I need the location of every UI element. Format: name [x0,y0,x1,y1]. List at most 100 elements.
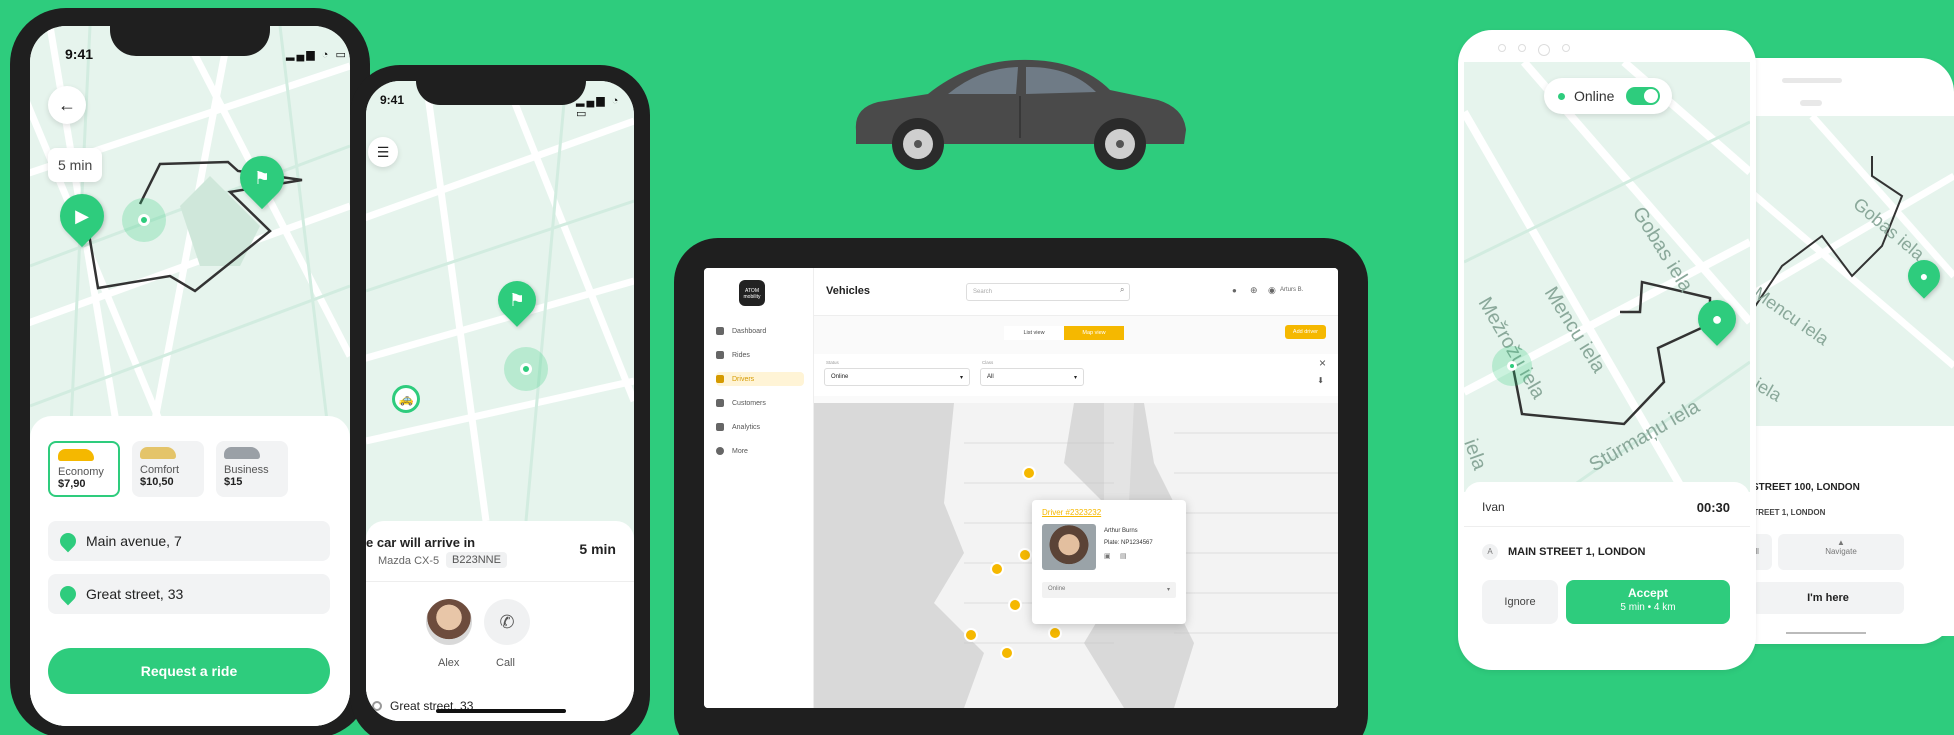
nav-analytics[interactable]: Analytics [716,420,804,434]
phone3-screen: Gobas iela Mencu iela Mežrožu iela Stūrm… [1464,62,1750,662]
driver-status-value: Online [1048,586,1066,592]
online-switch[interactable] [1626,87,1660,105]
phone3-map[interactable]: Gobas iela Mencu iela Mežrožu iela Stūrm… [1464,62,1750,492]
class-filter-label: Class [982,360,994,365]
search-input[interactable]: Search [966,283,1130,301]
phone1-notch [110,26,270,56]
back-button[interactable]: ← [48,86,86,124]
nav-customers[interactable]: Customers [716,396,804,410]
user-avatar-icon[interactable]: ◉ [1268,285,1276,296]
navigate-button[interactable]: ▲ Navigate [1778,534,1904,570]
taxi-marker-icon[interactable] [1008,598,1022,612]
finish-flag-pin-icon[interactable]: ⚑ [490,273,544,327]
taxi-marker-icon[interactable] [1022,466,1036,480]
tablet-screen: ATOM mobility Dashboard Rides Drivers Cu… [704,268,1338,708]
accept-label: Accept [1627,586,1668,600]
taxi-marker-icon[interactable] [1048,626,1062,640]
phone-rider-booking: 9:41 ▂▄▆ ◔ ▭ ← 5 min ▶ ⚑ Economy $7,90 C… [10,8,370,735]
phone2-notch [416,81,586,105]
map-view-tab[interactable]: Map view [1064,326,1124,340]
nav-label: Drivers [732,375,755,383]
taxi-marker-icon[interactable] [964,628,978,642]
accept-button[interactable]: Accept 5 min • 4 km [1566,580,1730,624]
taxi-marker-icon[interactable] [1018,548,1032,562]
nav-rides[interactable]: Rides [716,348,804,362]
class-select[interactable]: All ▾ [980,368,1084,386]
phone-icon: ✆ [499,611,515,632]
business-car-icon [224,447,260,459]
driver-pin-icon[interactable]: ● [1901,253,1947,299]
nav-label: Customers [732,399,766,407]
view-toggle: List view Map view [1004,326,1124,340]
online-toggle-card[interactable]: Online [1544,78,1672,114]
pickup-field[interactable]: Main avenue, 7 [48,521,330,561]
close-icon[interactable]: × [1319,356,1326,370]
nav-label: Dashboard [732,327,767,335]
sensor-dot [1498,44,1506,52]
request-ride-button[interactable]: Request a ride [48,648,330,694]
online-dot-icon [1558,93,1565,100]
front-sensor [1800,100,1822,106]
status-select[interactable]: Online ▾ [824,368,970,386]
taxi-marker-icon[interactable] [1000,646,1014,660]
more-icon [716,447,724,455]
driver-link[interactable]: Driver #2323232 [1042,508,1101,517]
top-sensors [1498,44,1698,56]
car-class-price: $15 [224,476,243,488]
nav-drivers[interactable]: Drivers [716,372,804,386]
car-class-name: Business [224,464,269,476]
status-time: 9:41 [65,46,94,62]
request-card: Ivan 00:30 A MAIN STREET 1, LONDON Ignor… [1464,482,1750,662]
chevron-down-icon: ▾ [959,375,963,381]
booking-sheet: Economy $7,90 Comfort $10,50 Business $1… [30,416,350,726]
nav-more[interactable]: More [716,444,804,458]
car-class-name: Economy [58,466,104,478]
passenger-pin-icon[interactable]: ● [1690,292,1744,346]
filters-bar: Status Online ▾ Class All ▾ × ⬇ [814,354,1338,396]
download-icon[interactable]: ⬇ [1317,376,1324,385]
im-here-button[interactable]: I'm here [1752,582,1904,614]
sedan-car-illustration [855,59,1186,170]
car-small-icon: ▣ [1104,553,1111,560]
car-class-comfort[interactable]: Comfort $10,50 [132,441,204,497]
nav-dashboard[interactable]: Dashboard [716,324,804,338]
driver-status-select[interactable]: Online ▾ [1042,582,1176,598]
sidebar: ATOM mobility Dashboard Rides Drivers Cu… [704,268,814,708]
document-icon: ▤ [1120,553,1127,560]
main-content: Vehicles Search ⌕ ● ⊕ ◉ Arturs B. List v… [814,268,1338,708]
divider [366,581,634,582]
nav-label: More [732,447,748,455]
list-view-tab[interactable]: List view [1004,326,1064,340]
circle-marker-icon [372,701,382,711]
chevron-down-icon: ▾ [1073,375,1077,381]
ignore-button[interactable]: Ignore [1482,580,1558,624]
add-driver-button[interactable]: Add driver [1284,325,1326,339]
driver-name: Arthur Burns [1104,528,1138,534]
taxi-marker-icon[interactable]: 🚕 [392,385,420,413]
economy-car-icon [58,449,94,461]
bell-icon[interactable]: ● [1232,286,1237,295]
menu-button[interactable]: ☰ [368,137,398,167]
driver-photo [1042,524,1096,570]
car-model: Mazda CX-5 [378,555,440,567]
plate-badge: B223NNE [446,552,507,568]
phone1-screen: 9:41 ▂▄▆ ◔ ▭ ← 5 min ▶ ⚑ Economy $7,90 C… [30,26,350,726]
user-icon [716,399,724,407]
finish-flag-pin-icon[interactable]: ⚑ [230,146,294,210]
eta-text: 5 min [579,541,616,557]
divider [1464,526,1750,527]
pickup-address: MAIN STREET 1, LONDON [1508,546,1646,558]
globe-icon[interactable]: ⊕ [1250,285,1258,296]
start-pin-icon[interactable]: ▶ [50,184,114,248]
eta-chip: 5 min [48,148,103,182]
passenger-name: Ivan [1482,500,1505,514]
nav-label: Rides [732,351,750,359]
car-class-economy[interactable]: Economy $7,90 [48,441,120,497]
car-class-business[interactable]: Business $15 [216,441,288,497]
taxi-marker-icon[interactable] [990,562,1004,576]
destination-field[interactable]: Great street, 33 [48,574,330,614]
driver-plate: Plate: NP1234567 [1104,540,1153,546]
call-button[interactable]: ✆ [484,599,530,645]
driver-avatar[interactable] [426,599,472,645]
car-class-price: $10,50 [140,476,174,488]
